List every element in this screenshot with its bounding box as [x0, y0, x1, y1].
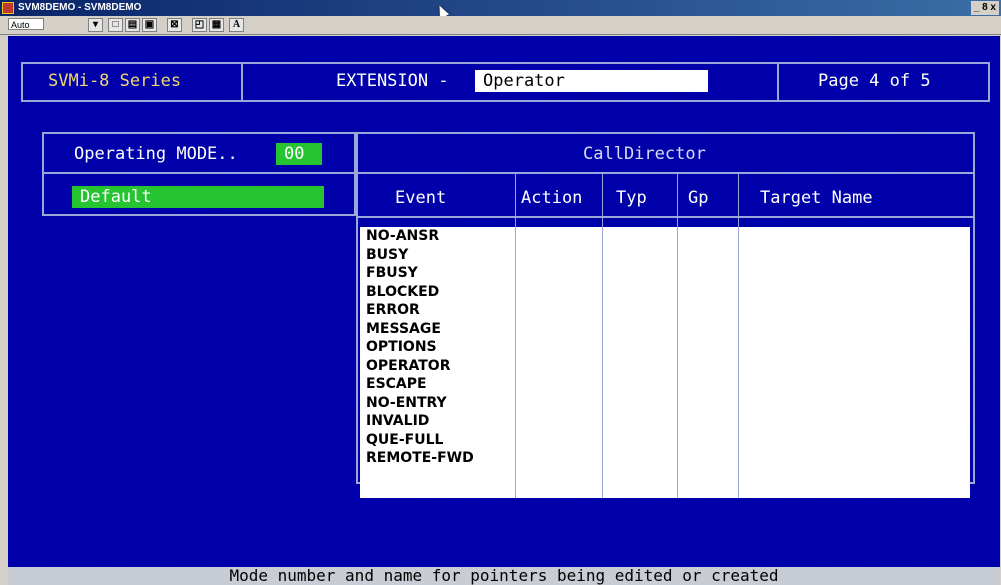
page-indicator: Page 4 of 5 [818, 71, 931, 91]
event-row[interactable]: INVALID [366, 412, 506, 431]
column-header-typ: Typ [616, 188, 647, 208]
event-row[interactable]: QUE-FULL [366, 431, 506, 450]
fullscreen-icon[interactable]: ⊠ [167, 18, 182, 32]
calldirector-divider [356, 172, 975, 174]
event-row[interactable]: OPERATOR [366, 357, 506, 376]
event-row[interactable]: FBUSY [366, 264, 506, 283]
event-row[interactable]: NO-ANSR [366, 227, 506, 246]
column-header-action: Action [521, 188, 583, 208]
operating-mode-label: Operating MODE.. [74, 144, 238, 164]
app-icon[interactable] [2, 2, 14, 14]
event-row[interactable]: ERROR [366, 301, 506, 320]
properties-icon[interactable]: ◰ [192, 18, 207, 32]
event-row[interactable]: REMOTE-FWD [366, 449, 506, 468]
header-divider [241, 62, 243, 102]
font-icon[interactable]: A [229, 18, 244, 32]
column-header-event: Event [395, 188, 447, 208]
operating-mode-field[interactable]: 00 [276, 143, 322, 165]
column-header-gp: Gp [688, 188, 709, 208]
event-row[interactable]: OPTIONS [366, 338, 506, 357]
status-line: Mode number and name for pointers being … [8, 567, 1000, 585]
column-divider [602, 173, 603, 498]
window-title: SVM8DEMO - SVM8DEMO [18, 2, 142, 13]
column-header-target-name: Target Name [760, 188, 873, 208]
font-size-select[interactable]: Auto [8, 18, 44, 30]
header-divider [777, 62, 779, 102]
copy-icon[interactable]: ▤ [125, 18, 140, 32]
column-divider [515, 173, 516, 498]
dropdown-arrow-icon[interactable]: ▾ [88, 18, 103, 32]
column-divider [677, 173, 678, 498]
calldirector-title: CallDirector [583, 144, 706, 164]
event-row[interactable]: MESSAGE [366, 320, 506, 339]
event-row[interactable]: BLOCKED [366, 283, 506, 302]
event-row[interactable]: BUSY [366, 246, 506, 265]
paste-icon[interactable]: ▣ [142, 18, 157, 32]
event-row[interactable]: NO-ENTRY [366, 394, 506, 413]
window-controls[interactable]: _ 8 x [970, 1, 999, 15]
event-list: NO-ANSR BUSY FBUSY BLOCKED ERROR MESSAGE… [366, 227, 506, 468]
mode-name-field[interactable]: Default [72, 186, 324, 208]
mark-icon[interactable]: □ [108, 18, 123, 32]
terminal-screen: SVMi-8 Series EXTENSION - Operator Page … [8, 36, 1000, 585]
column-divider [738, 173, 739, 498]
calldirector-divider [356, 216, 975, 218]
toolbar: Auto ▾ □ ▤ ▣ ⊠ ◰ ▦ A [0, 16, 1001, 35]
event-row[interactable]: ESCAPE [366, 375, 506, 394]
series-label: SVMi-8 Series [48, 71, 182, 91]
window-titlebar[interactable]: SVM8DEMO - SVM8DEMO _ 8 x [0, 0, 1001, 16]
background-icon[interactable]: ▦ [209, 18, 224, 32]
extension-field[interactable]: Operator [475, 70, 708, 92]
extension-label: EXTENSION - [336, 71, 449, 91]
mode-divider [42, 172, 356, 174]
